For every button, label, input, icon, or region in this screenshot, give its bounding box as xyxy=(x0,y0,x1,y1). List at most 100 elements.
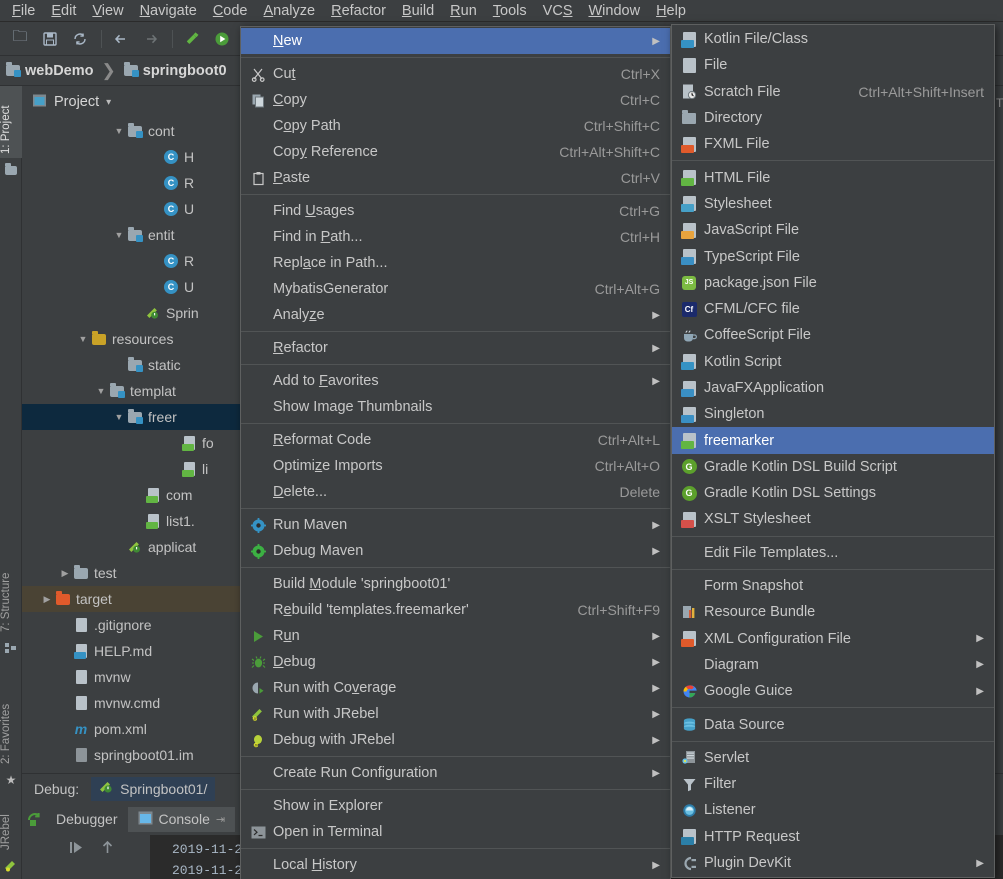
breadcrumb-item-0[interactable]: webDemo xyxy=(6,62,94,79)
menu-item-add-to-favorites[interactable]: Add to Favorites ▶ xyxy=(241,368,670,394)
menu-item-listener[interactable]: Listener xyxy=(672,797,994,823)
sidebar-item-favorites[interactable]: 2: Favorites xyxy=(0,676,22,768)
menu-item-delete[interactable]: Delete... Delete xyxy=(241,479,670,505)
menu-item-singleton[interactable]: Singleton xyxy=(672,401,994,427)
menu-item-directory[interactable]: Directory xyxy=(672,105,994,131)
debug-step-controls[interactable] xyxy=(22,835,150,879)
menu-item-show-image-thumbnails[interactable]: Show Image Thumbnails xyxy=(241,394,670,420)
menu-refactor[interactable]: Refactor xyxy=(323,0,394,22)
menu-item-copy[interactable]: Copy Ctrl+C xyxy=(241,87,670,113)
menu-item-data-source[interactable]: Data Source xyxy=(672,711,994,737)
main-menu-bar[interactable]: File Edit View Navigate Code Analyze Refactor B… xyxy=(0,0,1003,22)
menu-code[interactable]: Code xyxy=(205,0,256,22)
menu-item-run-with-jrebel[interactable]: JR Run with JRebel ▶ xyxy=(241,701,670,727)
context-menu[interactable]: New ▶ Cut Ctrl+X Copy Ctrl+C Copy Path Ctrl+Shi… xyxy=(240,26,671,879)
menu-item-rebuild-templates-freemarker[interactable]: Rebuild 'templates.freemarker' Ctrl+Shift… xyxy=(241,597,670,623)
expand-arrow-icon[interactable]: ▶ xyxy=(58,568,72,579)
step-up-icon[interactable] xyxy=(99,839,116,879)
breadcrumb-item-1[interactable]: springboot0 xyxy=(123,62,227,79)
menu-item-http-request[interactable]: HTTP Request xyxy=(672,824,994,850)
menu-item-find-usages[interactable]: Find Usages Ctrl+G xyxy=(241,198,670,224)
sidebar-item-structure[interactable]: 7: Structure xyxy=(0,546,22,636)
menu-item-diagram[interactable]: Diagram ▶ xyxy=(672,652,994,678)
chevron-down-icon[interactable]: ▾ xyxy=(106,97,111,108)
sidebar-item-jrebel[interactable]: JRebel xyxy=(0,798,22,854)
hammer-icon[interactable] xyxy=(178,26,206,52)
menu-item-run-maven[interactable]: Run Maven ▶ xyxy=(241,512,670,538)
collapse-arrow-icon[interactable]: ▼ xyxy=(112,412,126,422)
menu-item-fxml-file[interactable]: FXML File xyxy=(672,131,994,157)
menu-window[interactable]: Window xyxy=(580,0,648,22)
menu-view[interactable]: View xyxy=(84,0,131,22)
tab-debugger[interactable]: Debugger xyxy=(46,807,128,831)
menu-item-paste[interactable]: Paste Ctrl+V xyxy=(241,165,670,191)
menu-build[interactable]: Build xyxy=(394,0,442,22)
back-arrow-icon[interactable] xyxy=(107,26,135,52)
menu-item-coffeescript-file[interactable]: CoffeeScript File xyxy=(672,322,994,348)
menu-item-form-snapshot[interactable]: Form Snapshot xyxy=(672,573,994,599)
menu-item-typescript-file[interactable]: TypeScript File xyxy=(672,243,994,269)
menu-item-build-module-springboot01[interactable]: Build Module 'springboot01' xyxy=(241,571,670,597)
sync-icon[interactable] xyxy=(66,26,94,52)
menu-item-cut[interactable]: Cut Ctrl+X xyxy=(241,61,670,87)
resume-icon[interactable] xyxy=(68,839,85,879)
menu-item-google-guice[interactable]: Google Guice ▶ xyxy=(672,678,994,704)
menu-item-cfml-cfc-file[interactable]: Cf CFML/CFC file xyxy=(672,296,994,322)
menu-item-xml-configuration-file[interactable]: XML Configuration File ▶ xyxy=(672,626,994,652)
menu-item-edit-file-templates[interactable]: Edit File Templates... xyxy=(672,540,994,566)
menu-item-html-file[interactable]: HTML File xyxy=(672,164,994,190)
menu-item-replace-in-path[interactable]: Replace in Path... xyxy=(241,250,670,276)
menu-item-open-in-terminal[interactable]: Open in Terminal xyxy=(241,819,670,845)
menu-item-scratch-file[interactable]: Scratch File Ctrl+Alt+Shift+Insert xyxy=(672,79,994,105)
open-folder-icon[interactable]: 🗀 xyxy=(6,26,34,52)
menu-item-filter[interactable]: Filter xyxy=(672,771,994,797)
menu-item-show-in-explorer[interactable]: Show in Explorer xyxy=(241,793,670,819)
menu-item-file[interactable]: File xyxy=(672,52,994,78)
menu-item-javascript-file[interactable]: JavaScript File xyxy=(672,217,994,243)
menu-item-debug-maven[interactable]: Debug Maven ▶ xyxy=(241,538,670,564)
left-tool-window-strip[interactable]: 1: Project 7: Structure 2: Favorites ★ J… xyxy=(0,86,22,879)
save-icon[interactable] xyxy=(36,26,64,52)
rerun-icon[interactable] xyxy=(22,811,46,828)
menu-item-freemarker[interactable]: freemarker xyxy=(672,427,994,454)
menu-item-copy-reference[interactable]: Copy Reference Ctrl+Alt+Shift+C xyxy=(241,139,670,165)
menu-item-run-with-coverage[interactable]: Run with Coverage ▶ xyxy=(241,675,670,701)
menu-item-xslt-stylesheet[interactable]: XSLT Stylesheet xyxy=(672,506,994,532)
menu-item-new[interactable]: New ▶ xyxy=(241,28,670,54)
menu-run[interactable]: Run xyxy=(442,0,485,22)
menu-item-gradle-kotlin-dsl-settings[interactable]: G Gradle Kotlin DSL Settings xyxy=(672,480,994,506)
menu-item-find-in-path[interactable]: Find in Path... Ctrl+H xyxy=(241,224,670,250)
menu-vcs[interactable]: VCS xyxy=(535,0,581,22)
menu-help[interactable]: Help xyxy=(648,0,694,22)
menu-item-gradle-kotlin-dsl-build-script[interactable]: G Gradle Kotlin DSL Build Script xyxy=(672,454,994,480)
menu-item-servlet[interactable]: Servlet xyxy=(672,745,994,771)
collapse-arrow-icon[interactable]: ▼ xyxy=(112,126,126,136)
debug-configuration[interactable]: Springboot01/ xyxy=(91,776,216,801)
collapse-arrow-icon[interactable]: ▼ xyxy=(94,386,108,396)
pin-tab-icon[interactable]: ⇥ xyxy=(216,813,225,826)
menu-navigate[interactable]: Navigate xyxy=(132,0,205,22)
menu-item-copy-path[interactable]: Copy Path Ctrl+Shift+C xyxy=(241,113,670,139)
forward-arrow-icon[interactable] xyxy=(137,26,165,52)
menu-item-local-history[interactable]: Local History ▶ xyxy=(241,852,670,878)
menu-item-plugin-devkit[interactable]: Plugin DevKit ▶ xyxy=(672,850,994,876)
menu-item-refactor[interactable]: Refactor ▶ xyxy=(241,335,670,361)
new-submenu[interactable]: Kotlin File/Class File Scratch File Ctrl+Al… xyxy=(671,24,995,879)
menu-item-package-json-file[interactable]: JS package.json File xyxy=(672,270,994,296)
menu-item-create-run-configuration[interactable]: Create Run Configuration ▶ xyxy=(241,760,670,786)
collapse-arrow-icon[interactable]: ▼ xyxy=(76,334,90,344)
menu-item-analyze[interactable]: Analyze ▶ xyxy=(241,302,670,328)
menu-item-optimize-imports[interactable]: Optimize Imports Ctrl+Alt+O xyxy=(241,453,670,479)
sidebar-item-project[interactable]: 1: Project xyxy=(0,86,22,158)
menu-file[interactable]: File xyxy=(4,0,43,22)
menu-edit[interactable]: Edit xyxy=(43,0,84,22)
menu-tools[interactable]: Tools xyxy=(485,0,535,22)
menu-item-kotlin-script[interactable]: Kotlin Script xyxy=(672,349,994,375)
menu-item-javafxapplication[interactable]: JavaFXApplication xyxy=(672,375,994,401)
menu-item-debug-with-jrebel[interactable]: JR Debug with JRebel ▶ xyxy=(241,727,670,753)
menu-item-reformat-code[interactable]: Reformat Code Ctrl+Alt+L xyxy=(241,427,670,453)
tab-console[interactable]: Console ⇥ xyxy=(127,806,236,832)
expand-arrow-icon[interactable]: ▶ xyxy=(40,594,54,605)
menu-item-mybatisgenerator[interactable]: MybatisGenerator Ctrl+Alt+G xyxy=(241,276,670,302)
menu-item-kotlin-file-class[interactable]: Kotlin File/Class xyxy=(672,26,994,52)
